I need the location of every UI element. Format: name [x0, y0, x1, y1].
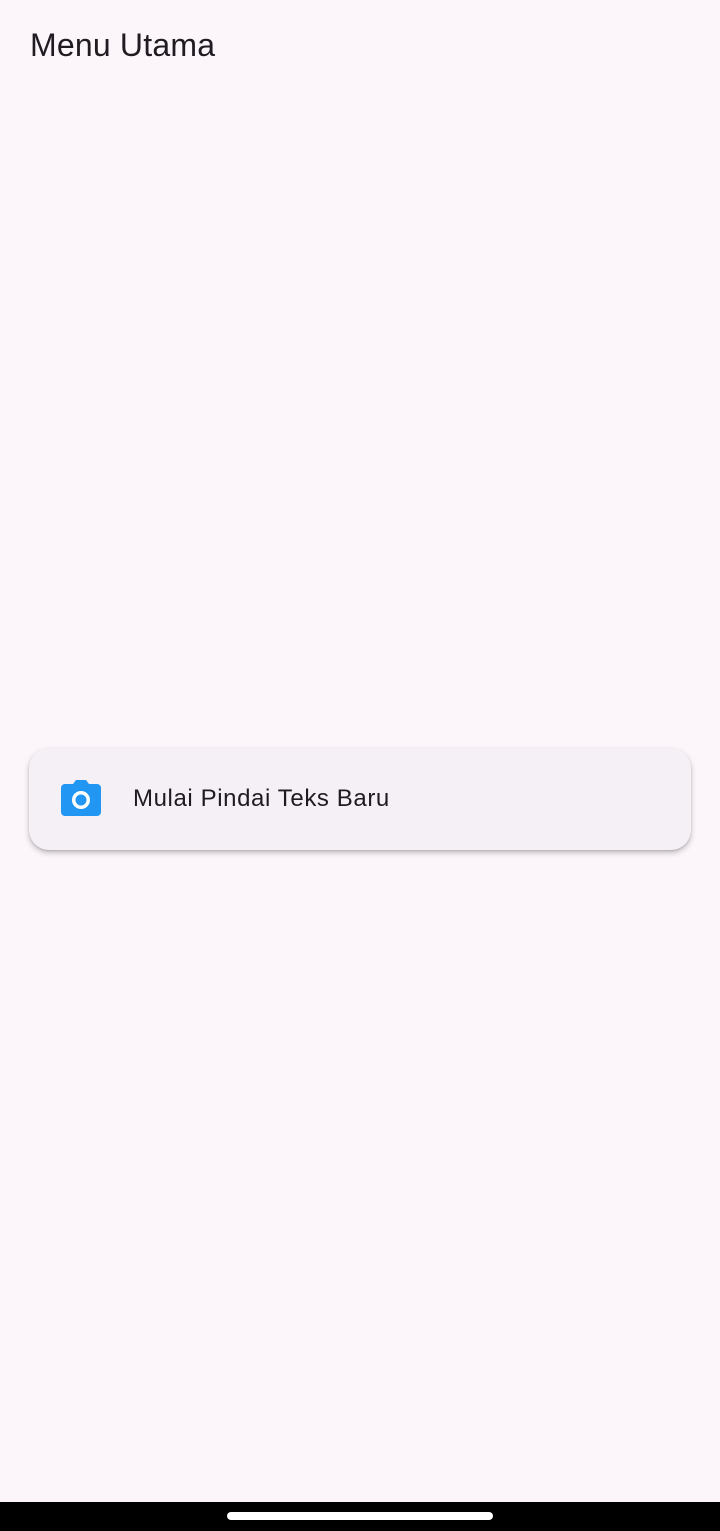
home-indicator[interactable]	[227, 1512, 493, 1520]
page-title: Menu Utama	[30, 27, 216, 63]
camera-icon	[61, 780, 101, 816]
start-scan-label: Mulai Pindai Teks Baru	[133, 785, 390, 812]
app-bar: Menu Utama	[0, 0, 720, 90]
